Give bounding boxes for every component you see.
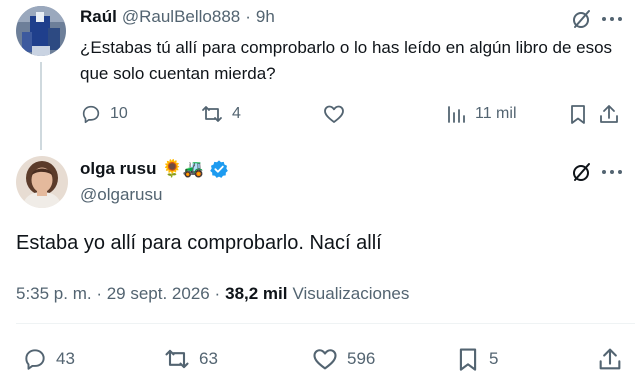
repost-icon [200, 103, 224, 125]
main-bookmark-count: 5 [489, 349, 499, 368]
thread-line [40, 62, 42, 150]
main-grok-icon[interactable] [570, 160, 594, 184]
main-views-label: Visualizaciones [292, 284, 410, 303]
share-icon [597, 103, 621, 125]
main-reply-button[interactable]: 43 [22, 346, 75, 372]
divider [16, 323, 635, 324]
main-like-button[interactable]: 596 [311, 346, 375, 372]
reply-share-button[interactable] [597, 103, 621, 125]
reply-author-handle[interactable]: @RaulBello888 [122, 7, 240, 27]
like-icon [311, 346, 339, 372]
reply-text: ¿Estabas tú allí para comprobarlo o lo h… [80, 38, 613, 83]
reply-icon [22, 346, 48, 372]
verified-badge-icon[interactable] [209, 159, 229, 179]
reply-repost-button[interactable]: 4 [200, 103, 241, 125]
main-reply-count: 43 [56, 349, 75, 368]
reply-bookmark-button[interactable] [567, 103, 589, 125]
repost-icon [163, 346, 191, 372]
main-bookmark-button[interactable]: 5 [455, 346, 498, 372]
bookmark-icon [455, 346, 481, 372]
reply-views-button[interactable]: 11 mil [445, 103, 517, 125]
reply-avatar[interactable] [16, 6, 66, 56]
main-repost-button[interactable]: 63 [163, 346, 218, 372]
grok-icon[interactable] [570, 7, 594, 31]
reply-reply-button[interactable]: 10 [80, 103, 128, 125]
bookmark-icon [567, 103, 589, 125]
main-views-count: 38,2 mil [225, 284, 288, 303]
views-icon [445, 103, 467, 125]
main-text: Estaba yo allí para comprobarlo. Nací al… [16, 232, 382, 254]
main-author-handle[interactable]: @olgarusu [80, 185, 162, 205]
reply-reply-count: 10 [110, 105, 128, 122]
main-author-emoji-badges: 🌻🚜 [161, 159, 204, 178]
like-icon [322, 103, 346, 125]
main-timestamp[interactable]: 5:35 p. m. · 29 sept. 2026 · [16, 284, 220, 304]
reply-repost-count: 4 [232, 105, 241, 122]
main-repost-count: 63 [199, 349, 218, 368]
reply-author-name[interactable]: Raúl [80, 7, 117, 27]
share-icon [596, 346, 624, 372]
main-like-count: 596 [347, 349, 376, 368]
reply-time[interactable]: 9h [256, 7, 275, 27]
main-author: olga rusu 🌻🚜 [80, 159, 229, 179]
main-meta: 5:35 p. m. · 29 sept. 2026 · 38,2 mil Vi… [16, 284, 409, 304]
reply-header: Raúl @RaulBello888 · 9h [80, 7, 275, 27]
main-avatar[interactable] [16, 156, 68, 208]
reply-icon [80, 103, 102, 125]
reply-like-button[interactable] [322, 103, 346, 125]
main-more-icon[interactable] [599, 161, 625, 183]
more-icon[interactable] [599, 8, 625, 30]
main-author-name[interactable]: olga rusu [80, 159, 157, 179]
reply-views-count: 11 mil [475, 105, 517, 122]
reply-separator-dot: · [245, 7, 251, 26]
main-share-button[interactable] [596, 346, 624, 372]
